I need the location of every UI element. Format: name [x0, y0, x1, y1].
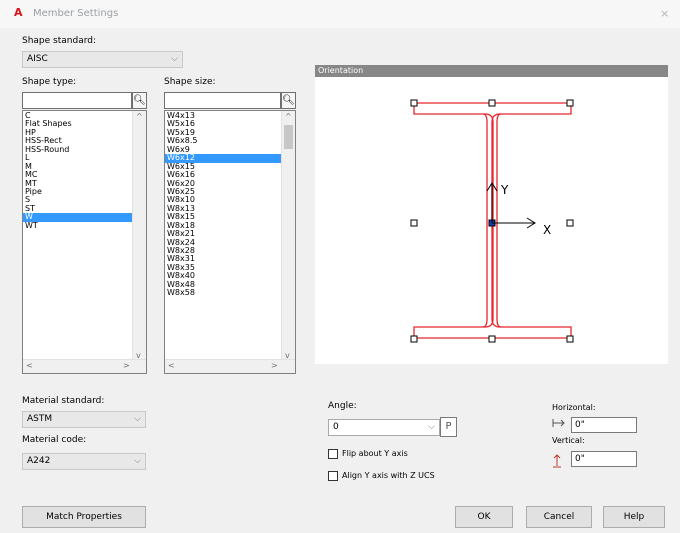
grip-bottom-center[interactable] [488, 335, 496, 343]
align-y-label: Align Y axis with Z UCS [342, 471, 435, 480]
shape-type-search-button[interactable]: 🔍︎ [132, 92, 147, 109]
grip-middle-right[interactable] [566, 219, 574, 227]
shape-type-list-item[interactable]: L [23, 153, 146, 162]
grip-top-center[interactable] [488, 99, 496, 107]
chevron-down-icon: ⌵ [171, 54, 178, 64]
shape-type-list-item[interactable]: HSS-Round [23, 145, 146, 154]
grip-top-left[interactable] [410, 99, 418, 107]
shape-type-list-item[interactable]: Flat Shapes [23, 119, 146, 128]
pick-angle-button[interactable]: P [440, 417, 457, 437]
shape-standard-label: Shape standard: [22, 36, 96, 46]
app-icon: A [14, 6, 23, 19]
grip-bottom-right[interactable] [566, 335, 574, 343]
flip-y-label: Flip about Y axis [342, 449, 408, 458]
shape-type-vscrollbar[interactable]: ^ v [132, 111, 146, 362]
shape-type-label: Shape type: [22, 77, 77, 87]
shape-type-list-item[interactable]: ST [23, 204, 146, 213]
shape-type-list-item[interactable]: S [23, 195, 146, 204]
window-title: Member Settings [33, 8, 119, 19]
orientation-preview: Y X [315, 77, 668, 364]
shape-size-search-input[interactable] [164, 92, 281, 109]
shape-type-list-item[interactable]: WT [23, 221, 146, 230]
shape-type-search-input[interactable] [22, 92, 132, 109]
y-axis-label: Y [500, 183, 509, 197]
align-y-checkbox[interactable] [328, 471, 338, 481]
shape-type-list-item[interactable]: Pipe [23, 187, 146, 196]
material-code-value: A242 [27, 456, 51, 466]
shape-size-vscrollbar[interactable]: ^ v [281, 111, 295, 362]
horizontal-offset-input[interactable]: 0" [571, 417, 637, 433]
horizontal-label: Horizontal: [552, 403, 596, 412]
pick-point-icon: P [445, 421, 452, 432]
chevron-down-icon: ⌵ [428, 422, 435, 432]
angle-value: 0 [333, 422, 339, 432]
flip-y-checkbox[interactable] [328, 449, 338, 459]
ok-button[interactable]: OK [455, 506, 513, 528]
scroll-up-icon[interactable]: ^ [136, 113, 143, 121]
shape-type-list-item[interactable]: MC [23, 170, 146, 179]
material-code-label: Material code: [22, 435, 87, 445]
scroll-right-icon[interactable]: > [271, 362, 278, 370]
search-icon: 🔍︎ [282, 95, 295, 106]
cancel-button[interactable]: Cancel [526, 506, 592, 528]
i-beam-diagram: Y X [410, 99, 574, 343]
material-code-select[interactable]: A242 ⌵ [22, 453, 146, 470]
shape-size-label: Shape size: [164, 77, 216, 87]
grip-bottom-left[interactable] [410, 335, 418, 343]
scroll-left-icon[interactable]: < [26, 362, 33, 370]
chevron-down-icon: ⌵ [134, 414, 141, 424]
shape-standard-select[interactable]: AISC ⌵ [22, 51, 183, 68]
shape-size-list[interactable]: W4x13 W5x16 W5x19 W6x8.5 W6x9 W6x12 W6x15 W6x16… [164, 110, 296, 374]
shape-type-list-item[interactable]: M [23, 162, 146, 171]
help-button[interactable]: Help [603, 506, 665, 528]
angle-select[interactable]: 0 ⌵ [328, 419, 440, 436]
material-standard-select[interactable]: ASTM ⌵ [22, 411, 146, 428]
orientation-header: Orientation [315, 65, 668, 77]
material-standard-value: ASTM [27, 414, 53, 424]
shape-size-hscrollbar[interactable]: < > [165, 359, 295, 373]
shape-type-hscrollbar[interactable]: < > [23, 359, 146, 373]
scroll-left-icon[interactable]: < [168, 362, 175, 370]
grip-middle-left[interactable] [410, 219, 418, 227]
search-icon: 🔍︎ [133, 95, 146, 106]
shape-standard-value: AISC [27, 54, 48, 64]
angle-label: Angle: [328, 401, 357, 411]
scroll-up-icon[interactable]: ^ [285, 113, 292, 121]
scroll-right-icon[interactable]: > [123, 362, 130, 370]
vertical-offset-icon [552, 453, 562, 469]
shape-size-search-button[interactable]: 🔍︎ [281, 92, 296, 109]
scroll-thumb[interactable] [284, 125, 293, 149]
x-axis-label: X [543, 223, 551, 237]
shape-type-list[interactable]: C Flat Shapes HP HSS-Rect HSS-Round L M MC MT Pip… [22, 110, 147, 374]
grip-top-right[interactable] [566, 99, 574, 107]
shape-type-list-item[interactable]: W [23, 212, 146, 222]
match-properties-button[interactable]: Match Properties [22, 506, 146, 528]
vertical-offset-input[interactable]: 0" [571, 451, 637, 467]
shape-size-list-item[interactable]: W8x58 [165, 288, 295, 297]
horizontal-offset-icon [552, 418, 566, 428]
chevron-down-icon: ⌵ [134, 456, 141, 466]
vertical-label: Vertical: [552, 436, 585, 445]
material-standard-label: Material standard: [22, 396, 105, 406]
close-icon[interactable]: × [660, 7, 669, 20]
